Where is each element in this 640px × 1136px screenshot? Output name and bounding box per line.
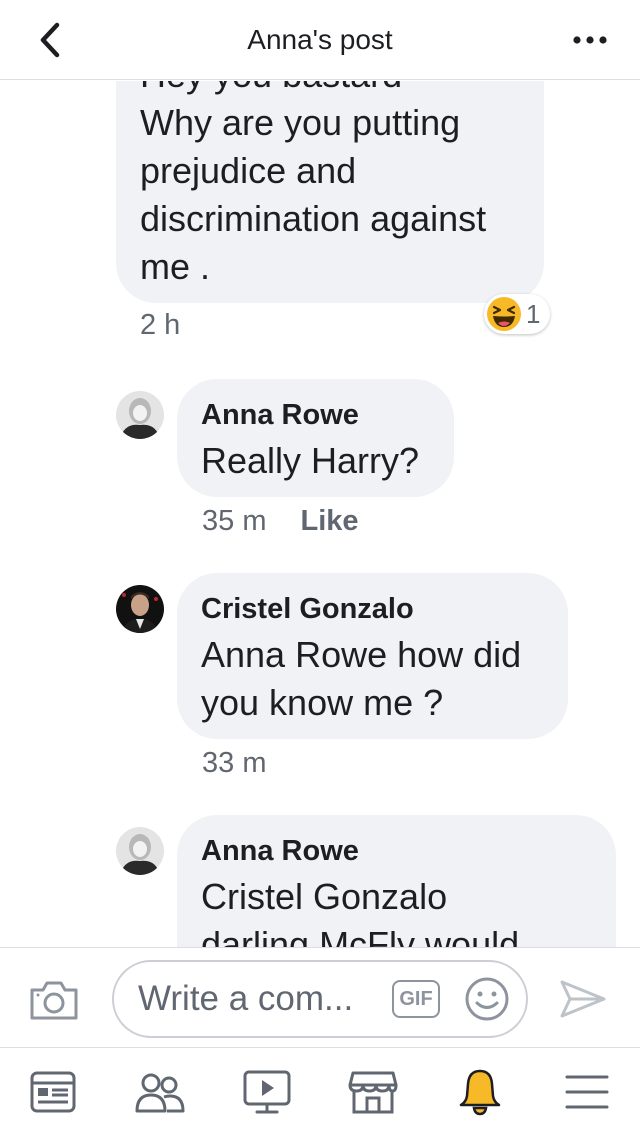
laughing-emoji-icon xyxy=(487,297,521,331)
tab-marketplace[interactable] xyxy=(320,1048,427,1136)
comment-thread[interactable]: Hey you bastard Why are you putting prej… xyxy=(0,81,640,947)
comment-bubble[interactable]: Anna Rowe Really Harry? xyxy=(177,379,454,497)
comment-text: darling McFly would xyxy=(201,924,520,947)
marketplace-icon xyxy=(348,1071,398,1114)
comment-meta: 35 m Like xyxy=(202,505,359,538)
camera-icon xyxy=(30,981,78,1020)
comment-text: Why are you putting xyxy=(140,102,461,143)
watch-icon xyxy=(243,1070,291,1114)
comment-author[interactable]: Anna Rowe xyxy=(201,397,359,433)
news-feed-icon xyxy=(30,1071,76,1113)
comment-text: Anna Rowe how did xyxy=(201,634,522,675)
comment-bubble[interactable]: Anna Rowe Cristel Gonzalo darling McFly … xyxy=(177,815,616,947)
avatar[interactable] xyxy=(116,827,164,875)
comment-bubble[interactable]: Hey you bastard Why are you putting prej… xyxy=(116,81,544,303)
comment-timestamp: 35 m xyxy=(202,505,267,537)
friends-icon xyxy=(135,1073,185,1113)
top-nav-bar: Anna's post xyxy=(0,0,640,80)
more-options-button[interactable] xyxy=(568,26,612,54)
emoji-button[interactable] xyxy=(464,976,510,1022)
comment-timestamp: 33 m xyxy=(202,747,267,779)
like-button[interactable]: Like xyxy=(300,505,358,538)
comment-meta: 33 m xyxy=(202,747,266,780)
tab-friends[interactable] xyxy=(107,1048,214,1136)
page-title: Anna's post xyxy=(247,24,393,55)
menu-icon xyxy=(565,1075,609,1109)
comment-composer: GIF xyxy=(0,947,640,1047)
comment-text: prejudice and xyxy=(140,150,357,191)
bottom-tab-bar xyxy=(0,1047,640,1136)
comment-author[interactable]: Anna Rowe xyxy=(201,833,359,869)
tab-notifications[interactable] xyxy=(427,1048,534,1136)
comment-text: Really Harry? xyxy=(201,440,420,481)
comment-bubble[interactable]: Cristel Gonzalo Anna Rowe how did you kn… xyxy=(177,573,568,739)
smiley-icon xyxy=(465,977,509,1021)
avatar[interactable] xyxy=(116,585,164,633)
tab-watch[interactable] xyxy=(213,1048,320,1136)
comment-timestamp: 2 h xyxy=(140,309,181,341)
tab-news-feed[interactable] xyxy=(0,1048,107,1136)
reaction-badge[interactable]: 1 xyxy=(484,294,551,334)
comment-text: Hey you bastard xyxy=(140,81,402,99)
tab-menu[interactable] xyxy=(533,1048,640,1136)
send-icon xyxy=(560,980,606,1018)
comment-text: Cristel Gonzalo xyxy=(201,876,448,917)
reaction-count: 1 xyxy=(526,298,541,329)
comment-text: discrimination against xyxy=(140,198,487,239)
send-button[interactable] xyxy=(558,978,608,1020)
comment-text: you know me ? xyxy=(201,682,444,723)
comment-author[interactable]: Cristel Gonzalo xyxy=(201,591,414,627)
avatar[interactable] xyxy=(116,391,164,439)
comment-meta: 2 h xyxy=(140,309,180,342)
gif-button[interactable]: GIF xyxy=(392,980,440,1018)
bell-icon xyxy=(459,1069,501,1116)
comment-text: me . xyxy=(140,246,211,287)
camera-button[interactable] xyxy=(28,978,80,1022)
more-dots-icon xyxy=(573,36,607,44)
